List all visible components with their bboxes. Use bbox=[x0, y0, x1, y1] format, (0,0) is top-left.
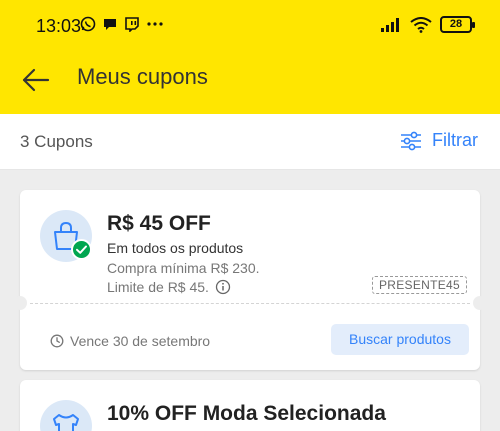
coupon-limit-row: Limite de R$ 45. bbox=[107, 279, 231, 295]
coupon-card[interactable]: 10% OFF Moda Selecionada bbox=[20, 380, 480, 431]
app-bar: Meus cupons bbox=[0, 48, 500, 114]
coupon-limit: Limite de R$ 45. bbox=[107, 279, 209, 295]
battery-indicator: 28 bbox=[440, 16, 475, 33]
filter-label: Filtrar bbox=[432, 130, 478, 150]
coupon-expiry: Vence 30 de setembro bbox=[50, 333, 210, 349]
coupon-title: 10% OFF Moda Selecionada bbox=[107, 402, 386, 425]
filter-button[interactable]: Filtrar bbox=[400, 130, 478, 151]
whatsapp-icon bbox=[80, 16, 96, 32]
sliders-icon bbox=[401, 131, 421, 150]
page-title: Meus cupons bbox=[77, 64, 208, 89]
coupon-min-purchase: Compra mínima R$ 230. bbox=[107, 260, 260, 276]
status-left-icons bbox=[80, 16, 164, 32]
check-icon bbox=[76, 245, 87, 254]
tshirt-icon bbox=[53, 414, 79, 431]
ticket-perforation bbox=[30, 303, 470, 304]
back-button[interactable] bbox=[18, 62, 54, 98]
coupon-icon-container bbox=[40, 400, 92, 431]
coupons-toolbar: 3 Cupons Filtrar bbox=[0, 114, 500, 170]
wifi-icon bbox=[410, 16, 432, 33]
coupon-subtitle: Em todos os produtos bbox=[107, 240, 244, 256]
status-bar: 13:03 28 bbox=[0, 0, 500, 48]
chat-bubble-icon bbox=[104, 19, 116, 30]
arrow-left-icon bbox=[22, 68, 50, 92]
coupon-expiry-text: Vence 30 de setembro bbox=[70, 333, 211, 349]
status-time: 13:03 bbox=[36, 16, 82, 36]
coupon-count: 3 Cupons bbox=[20, 132, 93, 151]
more-dots-icon bbox=[147, 22, 163, 26]
ticket-notch-left bbox=[13, 296, 27, 310]
twitch-icon bbox=[125, 17, 139, 32]
status-right-icons: 28 bbox=[380, 16, 475, 33]
clock-icon bbox=[50, 334, 64, 348]
coupon-code: PRESENTE45 bbox=[371, 276, 467, 294]
search-products-button[interactable]: Buscar produtos bbox=[331, 324, 469, 355]
info-icon[interactable] bbox=[215, 279, 231, 295]
signal-icon bbox=[381, 17, 399, 32]
ticket-notch-right bbox=[473, 296, 487, 310]
coupon-title: R$ 45 OFF bbox=[107, 212, 211, 235]
check-badge bbox=[71, 239, 92, 260]
coupon-card[interactable]: R$ 45 OFF Em todos os produtos Compra mí… bbox=[13, 190, 487, 370]
